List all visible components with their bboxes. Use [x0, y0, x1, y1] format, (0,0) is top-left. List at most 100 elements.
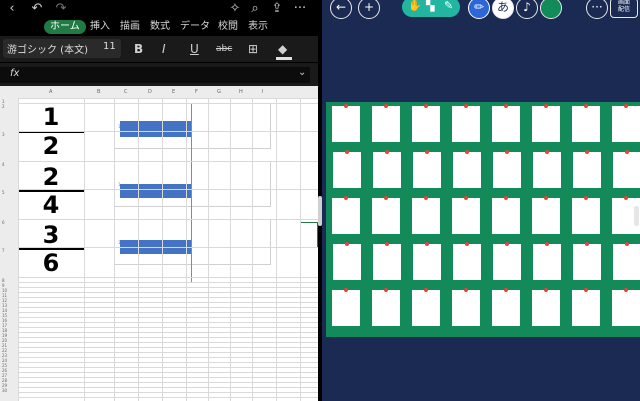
row-header-label[interactable]: 6 [2, 220, 5, 225]
card[interactable] [532, 198, 560, 234]
card[interactable] [493, 244, 521, 280]
card[interactable] [332, 198, 360, 234]
card[interactable] [612, 290, 640, 326]
card[interactable] [412, 290, 440, 326]
select-icon[interactable]: ▚ [426, 0, 434, 12]
row-header-label[interactable]: 4 [2, 162, 5, 167]
borders-icon[interactable]: ⊞ [248, 40, 258, 58]
card[interactable] [452, 198, 480, 234]
pin-icon [384, 104, 388, 108]
column-header-label[interactable]: A [49, 89, 52, 95]
card[interactable] [572, 290, 600, 326]
column-header-label[interactable]: H [239, 89, 243, 95]
row-header-label[interactable]: 7 [2, 248, 5, 253]
row-header-label[interactable]: 30 [2, 388, 7, 393]
card[interactable] [332, 290, 360, 326]
pin-icon [584, 288, 588, 292]
card[interactable] [373, 152, 401, 188]
pencil-icon[interactable]: ✏ [468, 0, 490, 19]
card[interactable] [532, 290, 560, 326]
card[interactable] [372, 198, 400, 234]
column-header-label[interactable]: C [124, 89, 128, 95]
pen-icon[interactable]: ✎ [444, 0, 453, 12]
card[interactable] [613, 244, 640, 280]
text-tool[interactable]: あ [492, 0, 514, 19]
row-header-label[interactable]: 5 [2, 190, 5, 195]
card[interactable] [572, 106, 600, 142]
card[interactable] [492, 198, 520, 234]
share-icon[interactable]: ⇪ [270, 1, 284, 17]
column-header-label[interactable]: E [172, 89, 175, 95]
underline-icon[interactable]: U [190, 40, 199, 58]
tab-view[interactable]: 表示 [248, 18, 268, 36]
column-header-label[interactable]: G [217, 89, 221, 95]
card[interactable] [612, 106, 640, 142]
selected-cell[interactable] [300, 222, 318, 248]
add-icon[interactable]: + [358, 0, 380, 19]
card[interactable] [492, 290, 520, 326]
card[interactable] [452, 290, 480, 326]
card[interactable] [453, 244, 481, 280]
card[interactable] [532, 106, 560, 142]
back-chevron-icon[interactable]: ‹ [6, 1, 18, 17]
search-icon[interactable]: ⌕ [248, 1, 262, 17]
more-icon[interactable]: ··· [292, 1, 308, 17]
grid-row-line [18, 189, 318, 190]
redo-icon[interactable]: ↷ [54, 1, 68, 17]
card[interactable] [533, 152, 561, 188]
back-arrow-icon[interactable]: ← [330, 0, 352, 19]
card[interactable] [572, 198, 600, 234]
card[interactable] [533, 244, 561, 280]
formula-input[interactable]: fx [0, 67, 310, 83]
expand-chevron-icon[interactable]: ⌄ [298, 67, 306, 78]
hand-icon[interactable]: ✋ [408, 0, 422, 12]
grid-row-line [18, 367, 318, 368]
card[interactable] [413, 152, 441, 188]
pin-icon [624, 288, 628, 292]
tool-selector[interactable]: ✋ ▚ ✎ [402, 0, 460, 17]
card[interactable] [452, 106, 480, 142]
row-header-label[interactable]: 2 [2, 104, 5, 109]
screen-share-button[interactable]: 画面 配信 [610, 0, 638, 18]
card[interactable] [573, 244, 601, 280]
card[interactable] [372, 290, 400, 326]
tab-draw[interactable]: 描画 [120, 18, 140, 36]
tab-review[interactable]: 校閲 [218, 18, 238, 36]
card[interactable] [453, 152, 481, 188]
tab-formulas[interactable]: 数式 [150, 18, 170, 36]
card[interactable] [492, 106, 520, 142]
column-header-label[interactable]: F [195, 89, 198, 95]
italic-icon[interactable]: I [162, 40, 166, 58]
panel-side-handle[interactable] [634, 206, 639, 226]
card[interactable] [413, 244, 441, 280]
fill-color-icon[interactable]: ◆ [278, 40, 287, 58]
row-header-label[interactable]: 3 [2, 132, 5, 137]
card[interactable] [412, 106, 440, 142]
microphone-icon[interactable]: ♪ [516, 0, 538, 19]
card[interactable] [613, 152, 640, 188]
tab-home[interactable]: ホーム [44, 20, 86, 34]
bold-icon[interactable]: B [134, 40, 143, 58]
undo-icon[interactable]: ↶ [30, 1, 44, 17]
font-size[interactable]: 11 [103, 41, 116, 52]
more-menu-icon[interactable]: ··· [586, 0, 608, 19]
column-header-label[interactable]: I [262, 89, 263, 95]
strikethrough-icon[interactable]: abc [216, 40, 232, 58]
card[interactable] [333, 152, 361, 188]
card-board[interactable] [326, 102, 640, 337]
card[interactable] [333, 244, 361, 280]
tab-insert[interactable]: 挿入 [90, 18, 110, 36]
card[interactable] [412, 198, 440, 234]
font-selector[interactable]: 游ゴシック (本文) 11 [3, 39, 121, 58]
column-header-label[interactable]: B [97, 89, 100, 95]
background-color-button[interactable] [540, 0, 562, 19]
tab-data[interactable]: データ [180, 18, 210, 36]
card[interactable] [493, 152, 521, 188]
card[interactable] [573, 152, 601, 188]
lightbulb-icon[interactable]: ✧ [228, 1, 242, 17]
spreadsheet-grid[interactable]: ABCDEFGHI 1 2 3 4 5 6 7 8 9 10 11 12 13 14 15 16 17 18 19 2… [0, 86, 318, 401]
card[interactable] [332, 106, 360, 142]
card[interactable] [373, 244, 401, 280]
card[interactable] [372, 106, 400, 142]
column-header-label[interactable]: D [148, 89, 152, 95]
